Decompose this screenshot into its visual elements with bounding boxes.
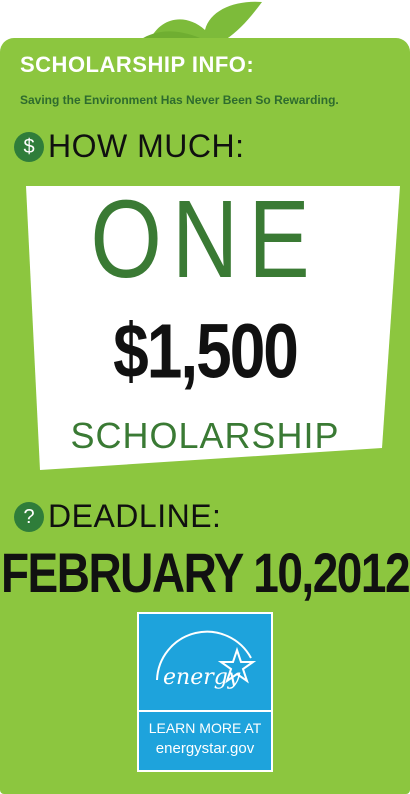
energy-star-logo-icon: energy	[156, 630, 257, 690]
deadline-label: DEADLINE:	[48, 498, 222, 534]
energy-cta-line1: LEARN MORE AT	[148, 720, 262, 736]
dollar-icon: $	[14, 131, 44, 162]
how-much-heading: $ HOW MUCH:	[14, 128, 244, 165]
scholarship-word: SCHOLARSHIP	[70, 415, 340, 456]
scholarship-count: ONE	[90, 178, 320, 302]
energy-star-badge[interactable]: energy LEARN MORE AT energystar.gov	[137, 612, 273, 772]
energy-cta-link[interactable]: energystar.gov	[139, 740, 271, 757]
scholarship-amount: $1,500	[113, 307, 299, 395]
scholarship-card: SCHOLARSHIP INFO: Saving the Environment…	[0, 38, 410, 794]
deadline-heading: ? DEADLINE:	[14, 498, 221, 535]
page-title: SCHOLARSHIP INFO:	[20, 52, 255, 77]
energy-logo-text: energy	[163, 665, 241, 690]
how-much-label: HOW MUCH:	[48, 128, 245, 164]
tagline: Saving the Environment Has Never Been So…	[20, 93, 339, 107]
question-icon: ?	[14, 501, 44, 532]
energy-divider	[139, 710, 271, 712]
deadline-date: FEBRUARY 10,2012	[0, 541, 410, 605]
